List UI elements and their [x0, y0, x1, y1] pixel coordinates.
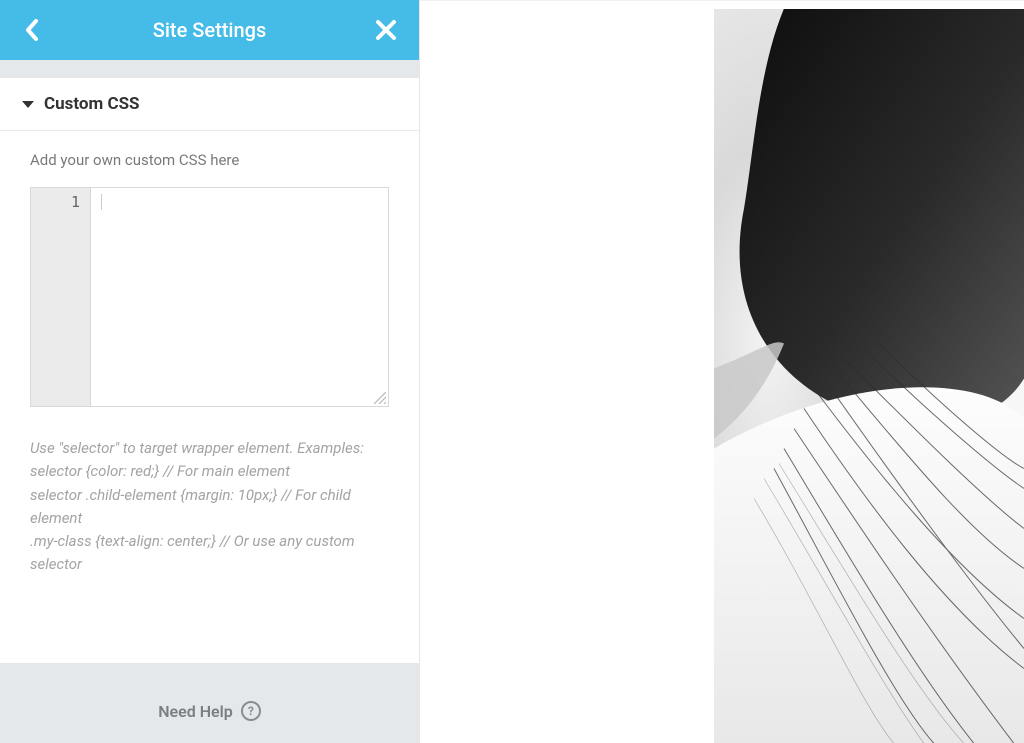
css-editor[interactable]: 1 [30, 187, 389, 407]
line-number: 1 [31, 193, 80, 211]
back-button[interactable] [20, 17, 46, 43]
panel-footer: Need Help ? [0, 663, 419, 743]
need-help-link[interactable]: Need Help ? [158, 701, 261, 721]
section-body: Add your own custom CSS here 1 Use "sele… [0, 131, 419, 663]
resize-handle[interactable] [374, 392, 386, 404]
custom-css-intro: Add your own custom CSS here [30, 151, 389, 169]
section-header-custom-css[interactable]: Custom CSS [0, 78, 419, 131]
caret-down-icon [22, 101, 34, 108]
question-circle-icon: ? [241, 701, 261, 721]
need-help-label: Need Help [158, 702, 233, 721]
css-hint-text: Use "selector" to target wrapper element… [30, 437, 389, 577]
close-icon [375, 19, 397, 41]
site-preview[interactable] [420, 0, 1024, 743]
section-title: Custom CSS [44, 94, 140, 114]
chevron-left-icon [24, 17, 42, 43]
editor-textarea-wrap [91, 188, 388, 406]
text-caret-icon [101, 194, 102, 210]
app-root: Site Settings Custom CSS Add your own cu… [0, 0, 1024, 743]
settings-sidebar: Site Settings Custom CSS Add your own cu… [0, 0, 420, 743]
panel-header: Site Settings [0, 0, 419, 60]
panel-title: Site Settings [46, 18, 373, 42]
editor-gutter: 1 [31, 188, 91, 406]
close-button[interactable] [373, 17, 399, 43]
resize-grip-icon [374, 392, 386, 404]
header-divider [0, 60, 419, 78]
preview-image [714, 9, 1024, 743]
css-textarea[interactable] [99, 192, 380, 402]
